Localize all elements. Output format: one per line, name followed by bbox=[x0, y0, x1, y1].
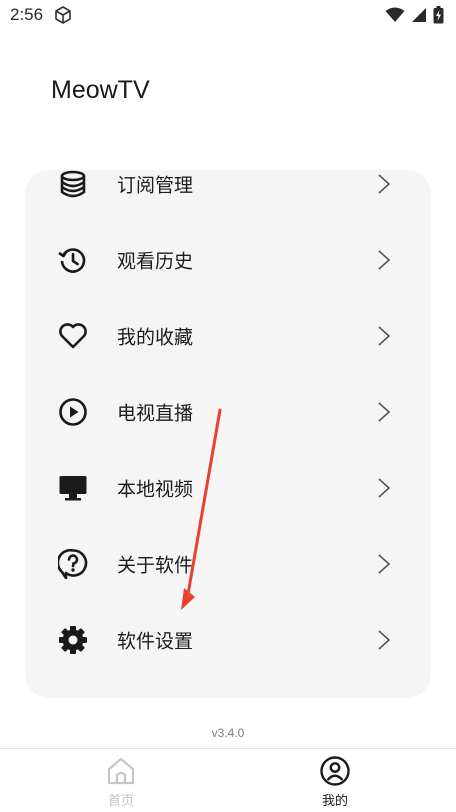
database-icon bbox=[57, 170, 89, 200]
menu-item-about[interactable]: 关于软件 bbox=[25, 526, 431, 602]
menu-item-label: 电视直播 bbox=[117, 402, 194, 425]
menu-item-label: 软件设置 bbox=[117, 630, 194, 653]
chevron-right-icon bbox=[378, 174, 391, 194]
gear-icon bbox=[57, 624, 89, 656]
tab-home[interactable]: 首页 bbox=[61, 749, 181, 812]
tab-home-label: 首页 bbox=[107, 794, 134, 809]
status-bar: 2:56 bbox=[0, 0, 456, 32]
battery-charging-icon bbox=[433, 6, 444, 28]
home-icon bbox=[107, 757, 135, 785]
status-time: 2:56 bbox=[10, 5, 44, 24]
play-circle-icon bbox=[57, 396, 89, 428]
menu-item-label: 订阅管理 bbox=[117, 174, 194, 197]
history-icon bbox=[57, 244, 89, 276]
menu-item-settings[interactable]: 软件设置 bbox=[25, 602, 431, 678]
menu-item-local-video[interactable]: 本地视频 bbox=[25, 450, 431, 526]
user-circle-icon bbox=[320, 756, 350, 786]
status-icons bbox=[385, 6, 444, 28]
chevron-right-icon bbox=[378, 326, 391, 346]
wifi-icon bbox=[385, 7, 405, 27]
chevron-right-icon bbox=[378, 402, 391, 422]
monitor-icon bbox=[57, 472, 89, 504]
chevron-right-icon bbox=[378, 630, 391, 650]
menu-card: 订阅管理 观看历史 我的收藏 电视直播 本地视频 关于软件 软件设置 bbox=[25, 170, 431, 698]
menu-item-subscription[interactable]: 订阅管理 bbox=[25, 170, 431, 222]
chevron-right-icon bbox=[378, 250, 391, 270]
chevron-right-icon bbox=[378, 478, 391, 498]
app-title: MeowTV bbox=[51, 76, 150, 104]
signal-icon bbox=[411, 7, 427, 27]
menu-item-favorites[interactable]: 我的收藏 bbox=[25, 298, 431, 374]
chevron-right-icon bbox=[378, 554, 391, 574]
bottom-nav: 首页 我的 bbox=[0, 748, 456, 812]
menu-item-label: 观看历史 bbox=[117, 250, 194, 273]
menu-item-label: 我的收藏 bbox=[117, 326, 194, 349]
heart-icon bbox=[57, 320, 89, 352]
menu-item-label: 本地视频 bbox=[117, 478, 194, 501]
tab-mine[interactable]: 我的 bbox=[275, 749, 395, 812]
menu-item-live-tv[interactable]: 电视直播 bbox=[25, 374, 431, 450]
menu-item-history[interactable]: 观看历史 bbox=[25, 222, 431, 298]
cube-icon bbox=[53, 5, 73, 29]
version-label: v3.4.0 bbox=[211, 726, 245, 740]
tab-mine-label: 我的 bbox=[321, 794, 348, 809]
help-bubble-icon bbox=[57, 548, 89, 580]
menu-item-label: 关于软件 bbox=[117, 554, 194, 577]
